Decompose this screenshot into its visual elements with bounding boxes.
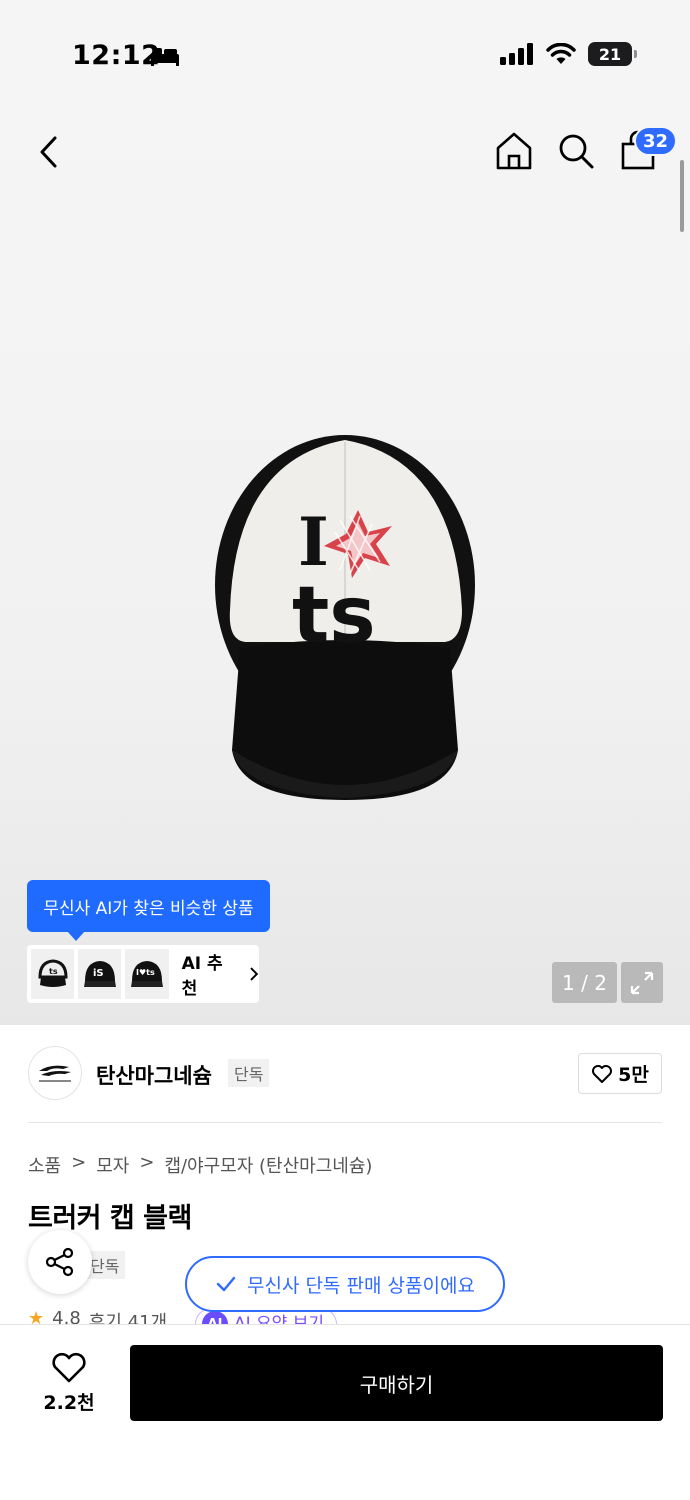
- home-icon[interactable]: [494, 130, 534, 172]
- brand-logo-icon: [39, 1065, 71, 1082]
- breadcrumb-item[interactable]: 모자: [96, 1152, 129, 1178]
- breadcrumb-separator: >: [139, 1152, 155, 1173]
- ai-thumbnail[interactable]: iS: [78, 949, 122, 999]
- exclusive-notice: 무신사 단독 판매 상품이에요: [185, 1256, 505, 1312]
- brand-exclusive-tag: 단독: [228, 1059, 270, 1087]
- brand-like-button[interactable]: 5만: [578, 1053, 662, 1094]
- svg-text:I: I: [298, 503, 329, 581]
- ai-similar-tooltip[interactable]: 무신사 AI가 찾은 비슷한 상품: [27, 880, 270, 941]
- expand-icon: [630, 971, 654, 994]
- share-icon: [45, 1247, 74, 1277]
- brand-name[interactable]: 탄산마그네슘: [96, 1060, 212, 1090]
- sleep-mode-icon: [151, 48, 179, 66]
- signal-icon: [500, 43, 533, 65]
- search-icon[interactable]: [555, 130, 597, 172]
- status-indicators: 21: [500, 42, 637, 66]
- buy-button[interactable]: 구매하기: [130, 1345, 663, 1421]
- ai-badge-icon: AI: [202, 1311, 228, 1324]
- ai-thumbnail[interactable]: I♥ts: [125, 949, 169, 999]
- back-icon[interactable]: [30, 130, 70, 174]
- product-title: 트러커 캡 블랙: [28, 1203, 192, 1234]
- brand-logo[interactable]: [28, 1046, 82, 1100]
- cap-thumbnail-icon: ts: [38, 959, 68, 987]
- ai-recommend-label[interactable]: AI 추천: [182, 949, 238, 999]
- brand-like-count: 5만: [618, 1064, 649, 1086]
- wishlist-count: 2.2천: [43, 1391, 95, 1414]
- ai-thumbnail[interactable]: ts: [31, 949, 75, 999]
- status-bar: 12:12 21: [0, 0, 690, 110]
- breadcrumb-separator: >: [71, 1152, 87, 1173]
- cart-count-badge: 32: [634, 126, 678, 156]
- product-image[interactable]: I ts: [200, 420, 490, 810]
- status-time: 12:12: [72, 40, 161, 71]
- check-icon: [216, 1276, 236, 1292]
- star-icon: ★: [28, 1308, 45, 1324]
- breadcrumb-item[interactable]: 캡/야구모자 (탄산마그네슘): [164, 1152, 372, 1178]
- divider: [28, 1122, 662, 1123]
- expand-gallery-button[interactable]: [621, 962, 663, 1003]
- rating-value: 4.8: [52, 1308, 81, 1324]
- exclusive-notice-text: 무신사 단독 판매 상품이에요: [247, 1274, 475, 1297]
- svg-text:ts: ts: [49, 967, 58, 976]
- heart-icon: [52, 1352, 86, 1382]
- chevron-right-icon: [250, 967, 259, 981]
- share-button[interactable]: [28, 1230, 92, 1294]
- breadcrumb-item[interactable]: 소품: [28, 1152, 61, 1178]
- heart-icon: [592, 1064, 613, 1083]
- svg-text:iS: iS: [93, 968, 104, 979]
- svg-text:I♥ts: I♥ts: [136, 968, 155, 977]
- review-count[interactable]: 후기 41개: [89, 1308, 167, 1324]
- svg-text:ts: ts: [292, 571, 376, 661]
- cap-thumbnail-icon: I♥ts: [130, 961, 163, 987]
- battery-indicator: 21: [588, 42, 637, 66]
- ai-recommend-strip[interactable]: ts iS I♥ts AI 추천: [27, 945, 259, 1003]
- scroll-indicator: [680, 160, 684, 232]
- wishlist-button[interactable]: 2.2천: [30, 1346, 108, 1420]
- brand-row[interactable]: 탄산마그네슘 단독 5만: [28, 1046, 662, 1102]
- gallery-page-counter: 1 / 2: [552, 962, 617, 1003]
- wifi-icon: [546, 43, 576, 64]
- cap-thumbnail-icon: iS: [83, 961, 116, 987]
- breadcrumb: 소품 > 모자 > 캡/야구모자 (탄산마그네슘): [28, 1152, 372, 1178]
